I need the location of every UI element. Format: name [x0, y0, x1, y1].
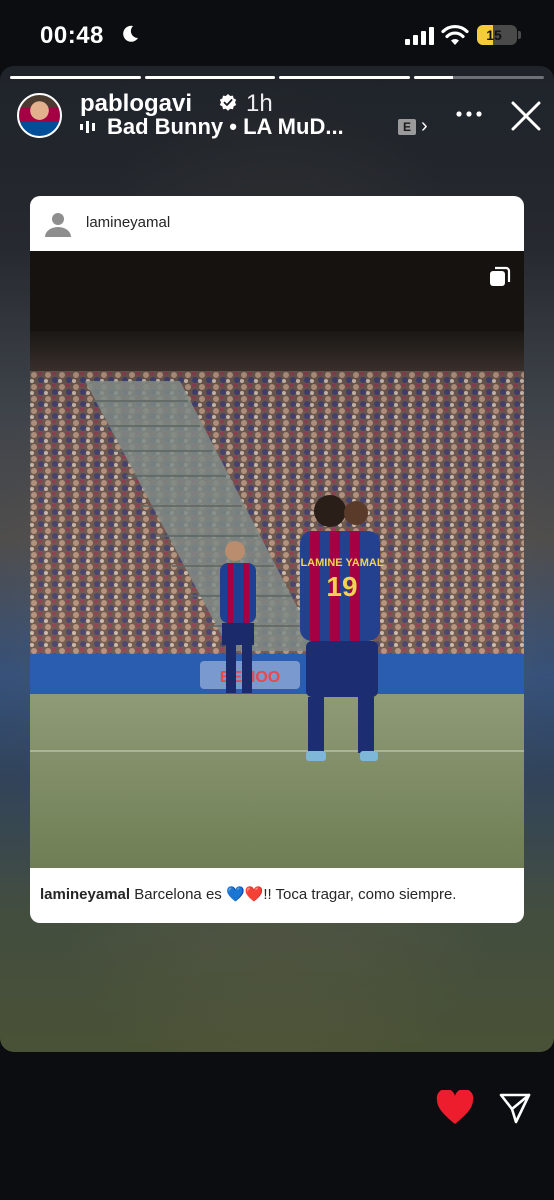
- story-viewer[interactable]: pablogavi 1h Bad Bunny • LA MuD... E › l…: [0, 66, 554, 1052]
- caption-emojis: 💙❤️: [225, 886, 264, 903]
- moon-icon: [123, 25, 138, 42]
- default-avatar-icon: [45, 213, 71, 237]
- music-icon: [80, 121, 95, 133]
- explicit-badge: E: [398, 119, 416, 135]
- story-header: pablogavi 1h Bad Bunny • LA MuD... E ›: [0, 66, 554, 166]
- signal-icon: [405, 27, 434, 45]
- shared-post-card[interactable]: lamineyamal LAMINE YAMAL 19 lamineyamal …: [30, 196, 524, 923]
- music-sticker[interactable]: Bad Bunny • LA MuD...: [107, 114, 392, 140]
- send-icon[interactable]: [498, 1091, 532, 1125]
- post-caption: lamineyamal Barcelona es 💙❤️!! Toca trag…: [40, 885, 514, 903]
- caption-username[interactable]: lamineyamal: [40, 886, 130, 903]
- heart-icon[interactable]: [436, 1090, 474, 1126]
- post-username[interactable]: lamineyamal: [86, 214, 170, 231]
- status-bar: 00:48 15: [0, 0, 554, 70]
- caption-text-2: !! Toca tragar, como siempre.: [263, 886, 457, 903]
- post-photo: BEMOO: [30, 251, 524, 868]
- battery-level: 15: [486, 27, 502, 43]
- status-time: 00:48: [40, 22, 104, 49]
- carousel-icon: [490, 266, 511, 286]
- avatar[interactable]: [17, 93, 62, 138]
- wifi-icon: [441, 24, 469, 45]
- caption-text-1: Barcelona es: [134, 886, 222, 903]
- jersey-number: 19: [326, 571, 357, 602]
- more-icon[interactable]: [454, 101, 484, 127]
- battery-indicator: 15: [477, 25, 517, 45]
- battery-tip: [518, 31, 521, 39]
- music-separator: •: [223, 114, 244, 139]
- post-header: lamineyamal: [30, 196, 524, 250]
- chevron-right-icon[interactable]: ›: [421, 115, 428, 138]
- music-title: LA MuD...: [243, 114, 344, 139]
- close-icon[interactable]: [510, 100, 542, 132]
- verified-icon: [219, 94, 237, 111]
- music-artist: Bad Bunny: [107, 114, 224, 139]
- photo-scene: BEMOO: [30, 251, 524, 868]
- jersey-name: LAMINE YAMAL: [300, 557, 383, 569]
